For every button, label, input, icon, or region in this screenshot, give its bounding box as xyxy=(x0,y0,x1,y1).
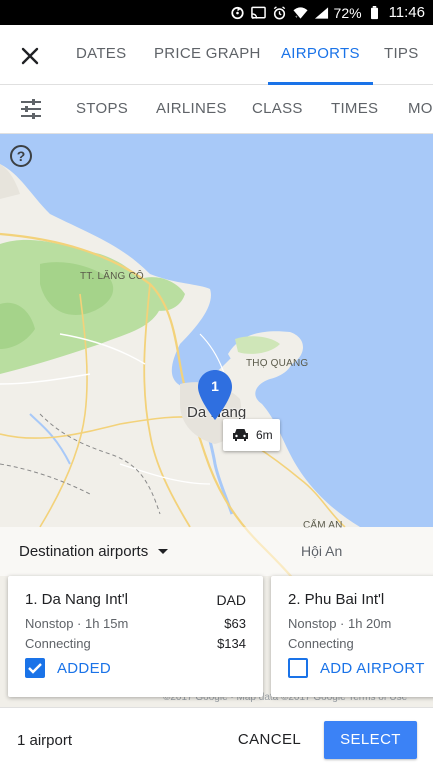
map-pin-icon xyxy=(198,370,232,420)
airport-name: 2. Phu Bai Int'l xyxy=(288,591,385,608)
close-button[interactable] xyxy=(16,42,44,70)
tab-tips[interactable]: TIPS xyxy=(384,25,419,85)
filter-times[interactable]: TIMES xyxy=(331,85,378,133)
alarm-icon xyxy=(272,5,288,20)
status-bar: + 72% 11:46 xyxy=(0,0,433,25)
airports-screen: + 72% 11:46 DATES PRICE GRAPH AIRPORTS T… xyxy=(0,0,433,770)
add-airport-toggle[interactable]: ADD AIRPORT xyxy=(288,658,425,678)
airport-count: 1 airport xyxy=(17,732,73,749)
cancel-button[interactable]: CANCEL xyxy=(228,721,311,759)
filter-class[interactable]: CLASS xyxy=(252,85,303,133)
add-airport-label: ADD AIRPORT xyxy=(320,659,425,677)
connecting-info: Connecting xyxy=(288,636,354,651)
map-label-lang-co: TT. LĂNG CÔ xyxy=(80,271,144,282)
wifi-icon: + xyxy=(293,6,309,20)
destination-strip: Destination airports Hội An xyxy=(0,527,433,576)
sync-icon xyxy=(230,6,246,20)
airport-card-da-nang[interactable]: 1. Da Nang Int'l DAD Nonstop · 1h 15m $6… xyxy=(8,576,263,697)
destination-dropdown-label: Destination airports xyxy=(19,543,149,560)
airport-card-phu-bai[interactable]: 2. Phu Bai Int'l Nonstop · 1h 20m Connec… xyxy=(271,576,433,697)
close-icon xyxy=(21,47,39,65)
connecting-price: $134 xyxy=(217,636,246,651)
airport-pin[interactable]: 1 xyxy=(196,369,234,421)
filter-settings-icon[interactable] xyxy=(20,98,42,120)
nonstop-info: Nonstop · 1h 20m xyxy=(288,616,392,631)
pin-number: 1 xyxy=(211,378,219,394)
svg-text:+: + xyxy=(295,14,298,19)
filter-more[interactable]: MORE xyxy=(408,85,433,133)
filter-bar: STOPS AIRLINES CLASS TIMES MORE xyxy=(0,85,433,134)
select-button[interactable]: SELECT xyxy=(324,721,417,759)
checkbox-unchecked-icon xyxy=(288,658,308,678)
tab-dates[interactable]: DATES xyxy=(76,25,126,85)
svg-text:?: ? xyxy=(17,148,26,164)
battery-percent: 72% xyxy=(333,4,362,21)
tab-price-graph[interactable]: PRICE GRAPH xyxy=(154,25,261,85)
filter-airlines[interactable]: AIRLINES xyxy=(156,85,227,133)
bottom-bar: 1 airport CANCEL SELECT xyxy=(0,707,433,770)
airport-code: DAD xyxy=(216,592,246,608)
drive-time-chip: 6m xyxy=(223,419,280,451)
nonstop-price: $63 xyxy=(224,616,246,631)
car-icon xyxy=(233,429,248,441)
airport-name: 1. Da Nang Int'l xyxy=(25,591,128,608)
help-icon[interactable]: ? xyxy=(9,144,33,168)
tab-bar: DATES PRICE GRAPH AIRPORTS TIPS xyxy=(0,25,433,85)
destination-airports-dropdown[interactable]: Destination airports xyxy=(19,543,169,560)
filter-stops[interactable]: STOPS xyxy=(76,85,128,133)
cast-icon xyxy=(251,6,267,20)
caret-down-icon xyxy=(158,549,169,554)
clock: 11:46 xyxy=(388,4,425,21)
added-label: ADDED xyxy=(57,659,112,677)
signal-icon xyxy=(314,6,330,20)
tab-airports[interactable]: AIRPORTS xyxy=(268,25,373,85)
battery-icon xyxy=(367,5,383,20)
added-toggle[interactable]: ADDED xyxy=(25,658,111,678)
map-label-tho-quang: THỌ QUANG xyxy=(246,358,309,369)
drive-time: 6m xyxy=(256,428,273,442)
nonstop-info: Nonstop · 1h 15m xyxy=(25,616,129,631)
connecting-info: Connecting xyxy=(25,636,91,651)
checkbox-checked-icon xyxy=(25,658,45,678)
map-label-hoi-an: Hội An xyxy=(301,543,343,559)
